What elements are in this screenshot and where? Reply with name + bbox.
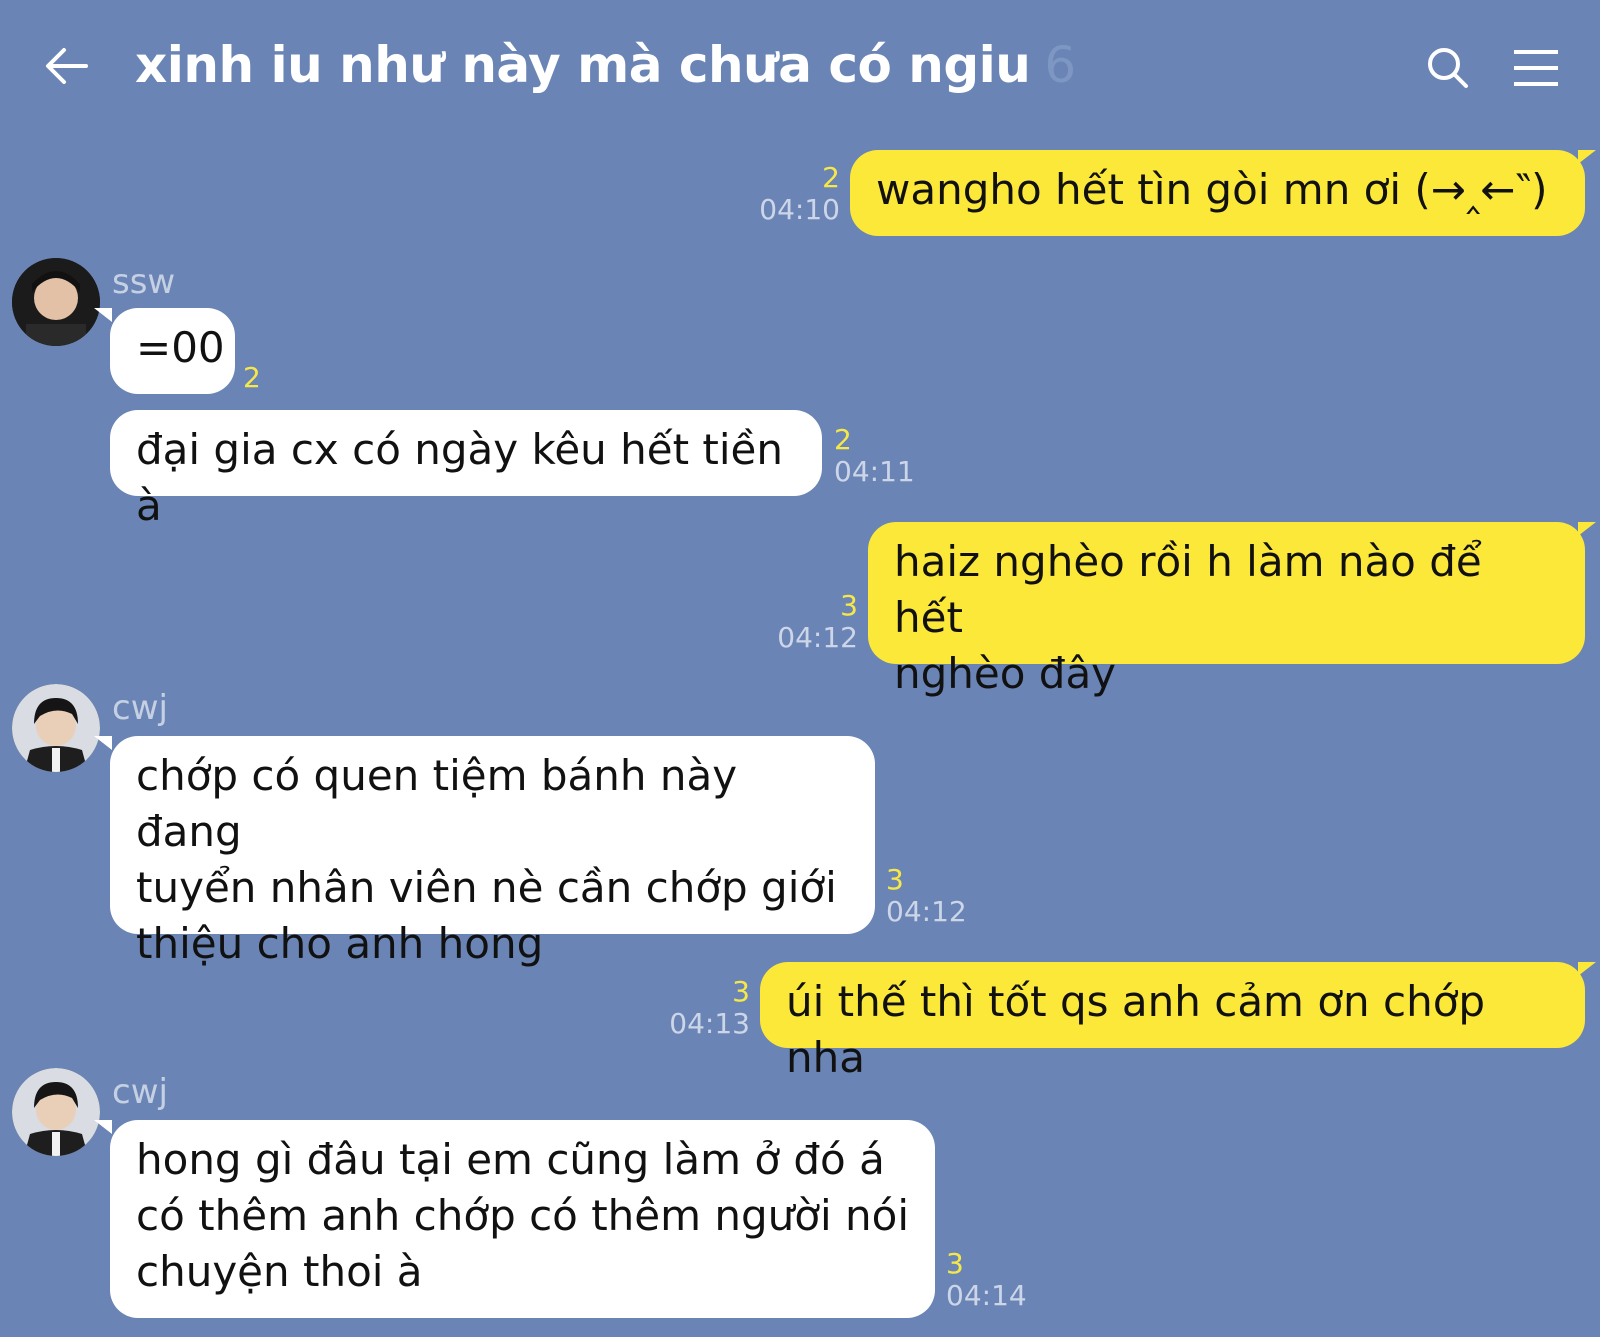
timestamp: 04:11 (834, 455, 915, 488)
message-text-line: chuyện thoi à (136, 1247, 423, 1296)
bubble-tail (1578, 962, 1596, 976)
message-text-line: hong gì đâu tại em cũng làm ở đó á (136, 1135, 885, 1184)
bubble-tail (94, 308, 112, 322)
message-text-line: chớp có quen tiệm bánh này đang (136, 751, 738, 856)
their-message-bubble[interactable]: chớp có quen tiệm bánh này đang tuyển nh… (110, 736, 875, 968)
their-message-bubble[interactable]: =00 (110, 308, 235, 394)
message-text: wangho hết tìn gòi mn ơi (→‸←‶) (876, 165, 1548, 214)
message-meta: 3 04:12 (886, 864, 967, 928)
menu-button[interactable] (1508, 40, 1564, 96)
avatar-cwj[interactable] (12, 1068, 100, 1156)
arrow-left-icon (46, 48, 88, 84)
read-count: 3 (946, 1247, 964, 1280)
timestamp: 04:10 (759, 193, 840, 226)
avatar (12, 684, 100, 772)
timestamp: 04:13 (669, 1007, 750, 1040)
message-text: đại gia cx có ngày kêu hết tiền à (136, 425, 784, 530)
chat-title: xinh iu như này mà chưa có ngiu 6 (135, 36, 1076, 94)
message-text-line: thiệu cho anh hong (136, 919, 544, 968)
their-message-bubble[interactable]: đại gia cx có ngày kêu hết tiền à (110, 410, 822, 530)
read-count: 2 (834, 423, 852, 456)
message-meta: 3 04:12 (758, 590, 858, 654)
message-text-line: tuyển nhân viên nè cần chớp giới (136, 863, 837, 912)
search-button[interactable] (1420, 40, 1476, 96)
message-meta: 3 04:14 (946, 1248, 1027, 1312)
member-count: 6 (1044, 36, 1076, 94)
message-text-line: có thêm anh chớp có thêm người nói (136, 1191, 910, 1240)
avatar (12, 258, 100, 346)
their-message-bubble[interactable]: hong gì đâu tại em cũng làm ở đó á có th… (110, 1120, 935, 1318)
timestamp: 04:12 (777, 621, 858, 654)
avatar-ssw[interactable] (12, 258, 100, 346)
read-count: 3 (732, 975, 750, 1008)
timestamp: 04:12 (886, 895, 967, 928)
message-text: úi thế thì tốt qs anh cảm ơn chớp nha (786, 977, 1486, 1082)
message-meta: 2 (243, 362, 261, 394)
sender-name: cwj (112, 1072, 168, 1112)
read-count: 3 (840, 589, 858, 622)
back-button[interactable] (40, 38, 96, 94)
timestamp: 04:14 (946, 1279, 1027, 1312)
my-message-bubble[interactable]: haiz nghèo rồi h làm nào để hết nghèo đâ… (868, 522, 1585, 698)
bubble-tail (94, 736, 112, 750)
message-meta: 3 04:13 (650, 976, 750, 1040)
chat-title-text: xinh iu như này mà chưa có ngiu (135, 36, 1031, 94)
search-icon (1428, 48, 1468, 88)
my-message-bubble[interactable]: wangho hết tìn gòi mn ơi (→‸←‶) (850, 150, 1585, 236)
message-text-line: nghèo đây (894, 649, 1117, 698)
my-message-bubble[interactable]: úi thế thì tốt qs anh cảm ơn chớp nha (760, 962, 1585, 1082)
chat-header: xinh iu như này mà chưa có ngiu 6 (0, 0, 1600, 130)
hamburger-menu-icon (1514, 50, 1558, 86)
read-count: 2 (243, 361, 261, 394)
sender-name: ssw (112, 262, 176, 302)
bubble-tail (94, 1120, 112, 1134)
message-meta: 2 04:11 (834, 424, 915, 488)
sender-name: cwj (112, 688, 168, 728)
message-meta: 2 04:10 (740, 162, 840, 226)
bubble-tail (1578, 522, 1596, 536)
avatar-cwj[interactable] (12, 684, 100, 772)
message-text-line: haiz nghèo rồi h làm nào để hết (894, 537, 1482, 642)
read-count: 2 (822, 161, 840, 194)
bubble-tail (1578, 150, 1596, 164)
message-text: =00 (136, 323, 225, 372)
avatar (12, 1068, 100, 1156)
read-count: 3 (886, 863, 904, 896)
